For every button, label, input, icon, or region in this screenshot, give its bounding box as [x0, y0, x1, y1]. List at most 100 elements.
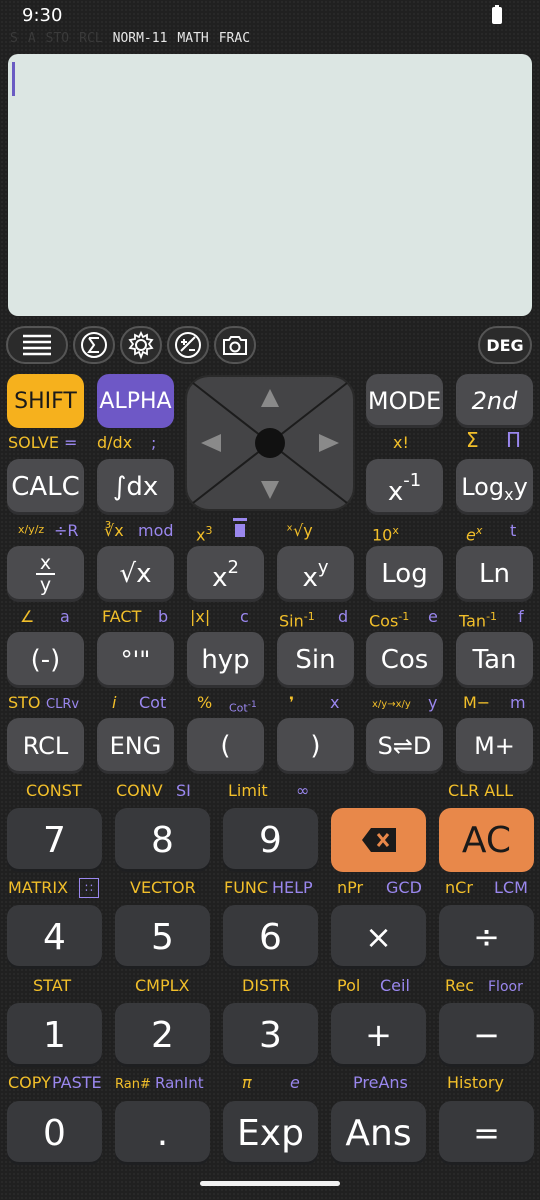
dms-key[interactable]: °'"	[97, 632, 174, 688]
tan-key[interactable]: Tan	[456, 632, 533, 688]
ln-key[interactable]: Ln	[456, 546, 533, 602]
label-x: x	[330, 693, 340, 712]
close-paren-key[interactable]: )	[277, 718, 354, 774]
integral-key[interactable]: ∫dx	[97, 459, 174, 515]
log-base-main: Log	[461, 473, 505, 501]
key-5[interactable]: 5	[115, 905, 210, 969]
label-matrix: MATRIX	[8, 878, 69, 897]
inverse-key[interactable]: x -1	[366, 459, 443, 515]
backspace-icon	[361, 828, 396, 852]
delete-key[interactable]	[331, 808, 426, 872]
label-npr: nPr	[337, 878, 364, 897]
label-taninv-base: Tan	[459, 611, 487, 631]
label-floor: Floor	[488, 979, 523, 995]
square-base: x	[212, 563, 228, 593]
label-ex-base: e	[466, 525, 476, 545]
label-tenx-base: 10	[372, 525, 393, 545]
label-cube: x3	[196, 521, 212, 545]
camera-button[interactable]	[214, 326, 256, 364]
up-arrow-icon[interactable]	[261, 389, 279, 407]
fraction-key[interactable]: xy	[7, 546, 84, 602]
ans-key[interactable]: Ans	[331, 1101, 426, 1165]
square-key[interactable]: x2	[187, 546, 264, 602]
label-pol: Pol	[337, 976, 361, 995]
key-1[interactable]: 1	[7, 1003, 102, 1067]
key-3[interactable]: 3	[223, 1003, 318, 1067]
equals-key[interactable]: =	[439, 1101, 534, 1165]
shift-key[interactable]: SHIFT	[7, 374, 84, 428]
menu-button[interactable]	[6, 326, 68, 364]
label-pi: π	[242, 1073, 252, 1092]
sd-key[interactable]: S⇌D	[366, 718, 443, 774]
log-base-key[interactable]: Log x y	[456, 459, 533, 515]
label-cotinv-exp: -1	[247, 700, 257, 710]
label-sininv-exp: -1	[303, 610, 315, 623]
left-arrow-icon[interactable]	[201, 434, 221, 452]
negative-key[interactable]: (-)	[7, 632, 84, 688]
label-tenx: 10x	[372, 521, 399, 545]
mode-frac: FRAC	[218, 31, 251, 46]
gear-icon	[128, 330, 154, 360]
deg-button[interactable]: DEG	[478, 326, 532, 364]
label-tenx-exp: x	[392, 524, 399, 537]
hyp-key[interactable]: hyp	[187, 632, 264, 688]
decimal-key[interactable]: .	[115, 1101, 210, 1165]
sigma-button[interactable]	[73, 326, 115, 364]
label-func: FUNC	[224, 878, 269, 897]
direction-pad[interactable]	[185, 375, 355, 511]
down-arrow-icon[interactable]	[261, 481, 279, 499]
second-key[interactable]: 2nd	[456, 374, 533, 428]
battery-icon	[492, 5, 502, 24]
label-taninv: Tan-1	[459, 607, 497, 631]
key-7[interactable]: 7	[7, 808, 102, 872]
power-key[interactable]: xy	[277, 546, 354, 602]
label-c: c	[240, 607, 249, 626]
key-8[interactable]: 8	[115, 808, 210, 872]
mode-key[interactable]: MODE	[366, 374, 443, 428]
minus-key[interactable]: −	[439, 1003, 534, 1067]
multiply-key[interactable]: ×	[331, 905, 426, 969]
sin-key[interactable]: Sin	[277, 632, 354, 688]
log-base-sub: x	[504, 484, 514, 504]
settings-button[interactable]	[120, 326, 162, 364]
label-cbrt: ∛x	[104, 521, 124, 540]
exp-key[interactable]: Exp	[223, 1101, 318, 1165]
sqrt-key[interactable]: √x	[97, 546, 174, 602]
open-paren-key[interactable]: (	[187, 718, 264, 774]
label-ddx: d/dx	[97, 433, 133, 452]
label-help: HELP	[272, 878, 313, 897]
plus-minus-button[interactable]	[167, 326, 209, 364]
label-history: History	[447, 1073, 504, 1092]
label-cotinv-base: Cot	[229, 701, 248, 715]
label-si: SI	[176, 781, 191, 800]
label-infinity: ∞	[296, 781, 310, 800]
rcl-key[interactable]: RCL	[7, 718, 84, 774]
label-abs: |x|	[190, 607, 211, 626]
key-4[interactable]: 4	[7, 905, 102, 969]
label-lcm: LCM	[494, 878, 528, 897]
calc-key[interactable]: CALC	[7, 459, 84, 515]
divide-key[interactable]: ÷	[439, 905, 534, 969]
indicator-shift: S	[10, 31, 18, 46]
fraction-numerator: x	[35, 553, 56, 575]
cos-key[interactable]: Cos	[366, 632, 443, 688]
label-divr: ÷R	[54, 521, 79, 540]
indicator-sto: STO	[45, 31, 70, 46]
log-key[interactable]: Log	[366, 546, 443, 602]
key-6[interactable]: 6	[223, 905, 318, 969]
key-2[interactable]: 2	[115, 1003, 210, 1067]
inverse-base: x	[387, 477, 404, 507]
home-indicator[interactable]	[200, 1181, 340, 1186]
ac-key[interactable]: AC	[439, 808, 534, 872]
right-arrow-icon[interactable]	[319, 434, 339, 452]
label-xyconv: x/y→x/y	[372, 699, 411, 710]
eng-key[interactable]: ENG	[97, 718, 174, 774]
plus-key[interactable]: +	[331, 1003, 426, 1067]
key-0[interactable]: 0	[7, 1101, 102, 1165]
key-9[interactable]: 9	[223, 808, 318, 872]
label-cmplx: CMPLX	[135, 976, 190, 995]
label-sininv: Sin-1	[279, 607, 315, 631]
alpha-key[interactable]: ALPHA	[97, 374, 174, 428]
calculator-display[interactable]	[8, 54, 532, 316]
mplus-key[interactable]: M+	[456, 718, 533, 774]
